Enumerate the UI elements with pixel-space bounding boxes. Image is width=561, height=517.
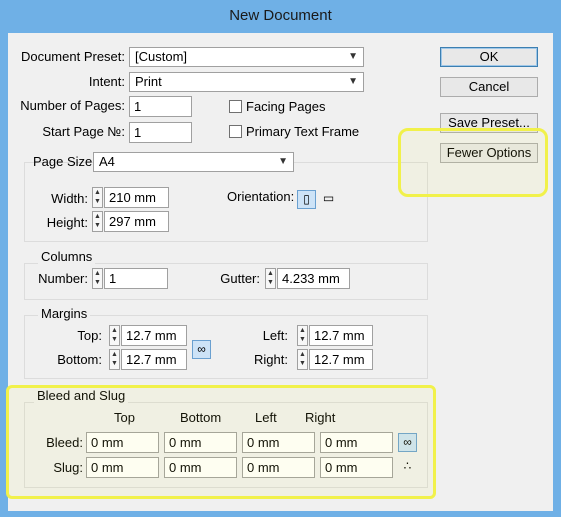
margin-right-stepper[interactable]: ▲ ▼: [297, 349, 308, 370]
columns-number-stepper[interactable]: ▲ ▼: [92, 268, 103, 289]
width-input[interactable]: 210 mm: [104, 187, 169, 208]
margins-title: Margins: [38, 306, 91, 322]
highlight-bleed-slug: [6, 385, 436, 499]
columns-number-label: Number:: [38, 271, 88, 286]
gutter-input[interactable]: 4.233 mm: [277, 268, 350, 289]
primary-text-frame-label: Primary Text Frame: [246, 124, 360, 139]
gutter-stepper[interactable]: ▲ ▼: [265, 268, 276, 289]
page-size-value: A4: [99, 154, 115, 169]
start-page-input[interactable]: 1: [129, 122, 192, 143]
margin-bottom-stepper[interactable]: ▲ ▼: [109, 349, 120, 370]
margin-bottom-label: Bottom:: [57, 352, 102, 367]
preset-value: [Custom]: [135, 49, 188, 64]
margin-bottom-input[interactable]: 12.7 mm: [121, 349, 187, 370]
intent-value: Print: [135, 74, 162, 89]
primary-text-frame-checkbox[interactable]: [229, 125, 242, 138]
window-titlebar: New Document: [0, 0, 561, 33]
facing-pages-checkbox[interactable]: [229, 100, 242, 113]
landscape-icon[interactable]: ▭: [319, 190, 338, 209]
margin-top-input[interactable]: 12.7 mm: [121, 325, 187, 346]
columns-number-input[interactable]: 1: [104, 268, 168, 289]
chevron-down-icon: ▼: [278, 156, 288, 167]
ok-button[interactable]: OK: [440, 47, 538, 67]
width-label: Width:: [51, 191, 88, 206]
columns-title: Columns: [38, 249, 96, 265]
margin-right-input[interactable]: 12.7 mm: [309, 349, 373, 370]
facing-pages-label: Facing Pages: [246, 99, 326, 114]
preset-dropdown[interactable]: [Custom] ▼: [129, 47, 364, 67]
cancel-button[interactable]: Cancel: [440, 77, 538, 97]
intent-dropdown[interactable]: Print ▼: [129, 72, 364, 92]
intent-label: Intent:: [88, 74, 125, 89]
window-title: New Document: [229, 7, 332, 24]
width-stepper[interactable]: ▲ ▼: [92, 187, 103, 208]
orientation-label: Orientation:: [227, 189, 295, 204]
margin-top-label: Top:: [77, 328, 102, 343]
gutter-label: Gutter:: [220, 271, 260, 286]
preset-label: Document Preset:: [20, 49, 125, 64]
margins-link-icon[interactable]: ∞: [192, 340, 211, 359]
margin-right-label: Right:: [254, 352, 288, 367]
margin-top-stepper[interactable]: ▲ ▼: [109, 325, 120, 346]
margin-left-label: Left:: [262, 328, 288, 343]
page-size-dropdown[interactable]: A4 ▼: [93, 152, 294, 172]
pages-input[interactable]: 1: [129, 96, 192, 117]
height-label: Height:: [46, 215, 88, 230]
height-stepper[interactable]: ▲ ▼: [92, 211, 103, 232]
portrait-icon[interactable]: ▯: [297, 190, 316, 209]
start-page-label: Start Page №:: [42, 124, 125, 139]
highlight-fewer-options: [398, 128, 548, 197]
pages-label: Number of Pages:: [20, 98, 125, 113]
chevron-down-icon: ▼: [348, 76, 358, 87]
height-input[interactable]: 297 mm: [104, 211, 169, 232]
margin-left-stepper[interactable]: ▲ ▼: [297, 325, 308, 346]
margin-left-input[interactable]: 12.7 mm: [309, 325, 373, 346]
page-size-label: Page Size:: [33, 154, 96, 169]
chevron-down-icon: ▼: [348, 51, 358, 62]
